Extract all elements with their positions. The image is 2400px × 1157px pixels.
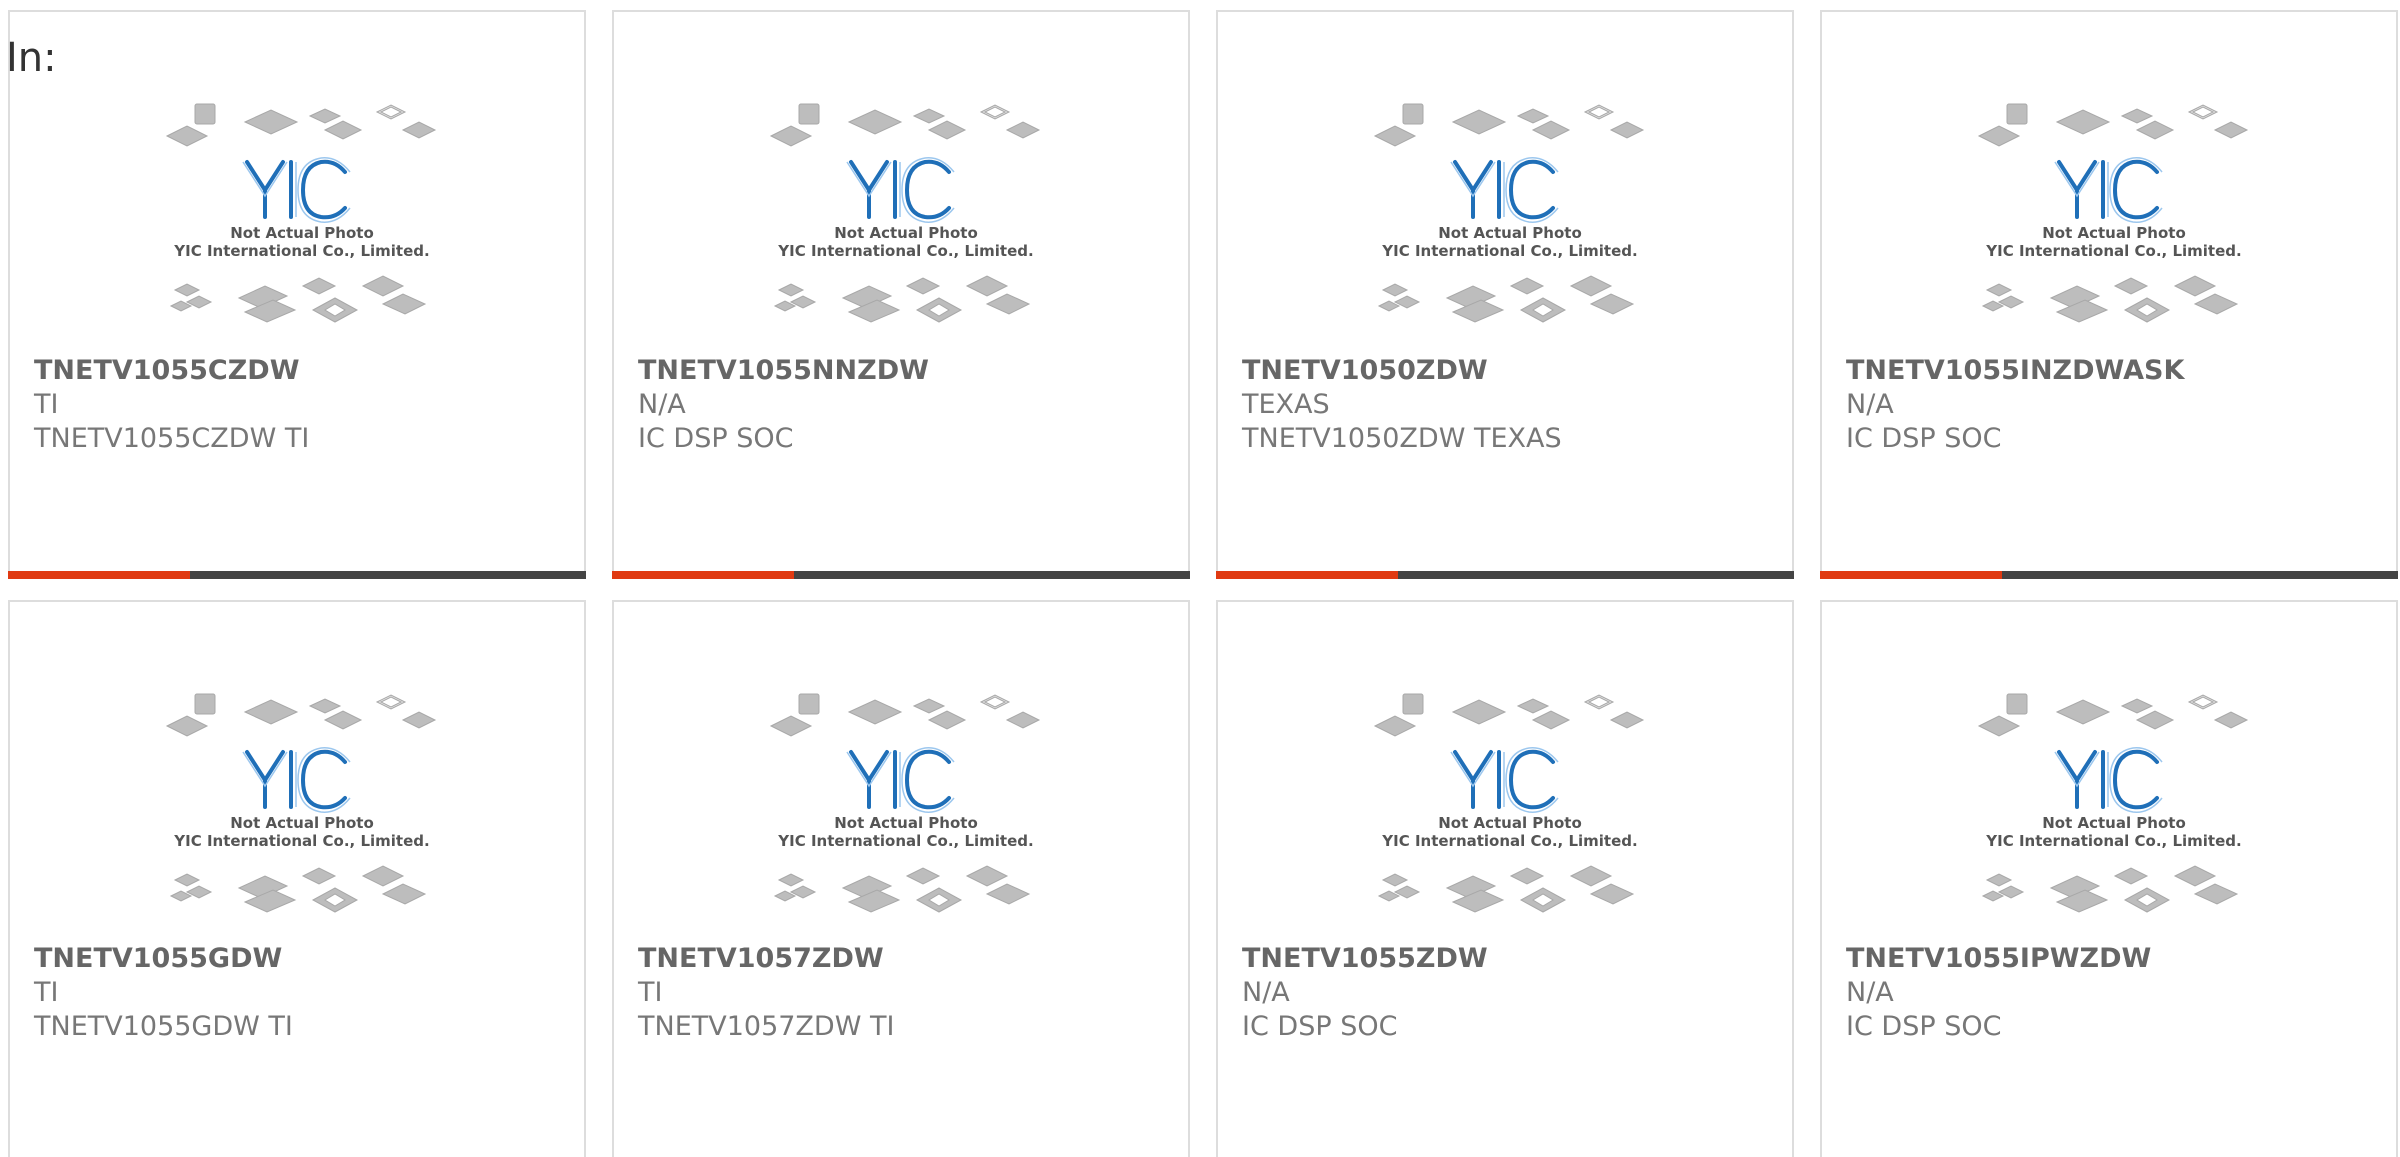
- product-part-number[interactable]: TNETV1055IPWZDW: [1846, 943, 2151, 974]
- product-description: IC DSP SOC: [1846, 1011, 2002, 1042]
- filter-label: In:: [6, 35, 57, 81]
- product-card[interactable]: TNETV1055CZDW TI TNETV1055CZDW TI: [8, 10, 586, 579]
- product-part-number[interactable]: TNETV1057ZDW: [638, 943, 884, 974]
- product-manufacturer: TEXAS: [1242, 389, 1330, 420]
- product-manufacturer: N/A: [1242, 977, 1290, 1008]
- product-card[interactable]: TNETV1057ZDW TI TNETV1057ZDW TI: [612, 600, 1190, 1157]
- product-part-number[interactable]: TNETV1055ZDW: [1242, 943, 1488, 974]
- product-manufacturer: N/A: [1846, 389, 1894, 420]
- product-manufacturer: TI: [34, 389, 59, 420]
- product-description: TNETV1055GDW TI: [34, 1011, 293, 1042]
- placeholder-product-image[interactable]: [769, 102, 1044, 342]
- card-accent-bar: [8, 571, 191, 579]
- product-card[interactable]: TNETV1055GDW TI TNETV1055GDW TI: [8, 600, 586, 1157]
- product-manufacturer: TI: [34, 977, 59, 1008]
- product-card[interactable]: TNETV1055INZDWASK N/A IC DSP SOC: [1820, 10, 2398, 579]
- placeholder-product-image[interactable]: [165, 102, 440, 342]
- product-description: TNETV1057ZDW TI: [638, 1011, 895, 1042]
- placeholder-product-image[interactable]: [1977, 692, 2252, 932]
- product-manufacturer: N/A: [638, 389, 686, 420]
- product-part-number[interactable]: TNETV1055GDW: [34, 943, 282, 974]
- card-accent-bar: [1820, 571, 2003, 579]
- product-description: IC DSP SOC: [1242, 1011, 1398, 1042]
- product-part-number[interactable]: TNETV1055NNZDW: [638, 355, 929, 386]
- product-part-number[interactable]: TNETV1050ZDW: [1242, 355, 1488, 386]
- product-description: TNETV1050ZDW TEXAS: [1242, 423, 1562, 454]
- product-card[interactable]: TNETV1050ZDW TEXAS TNETV1050ZDW TEXAS: [1216, 10, 1794, 579]
- product-card[interactable]: TNETV1055NNZDW N/A IC DSP SOC: [612, 10, 1190, 579]
- card-accent-bar: [612, 571, 795, 579]
- card-bottom-bar: [8, 571, 586, 579]
- product-card[interactable]: TNETV1055IPWZDW N/A IC DSP SOC: [1820, 600, 2398, 1157]
- product-grid-page: In: TNETV1055CZDW TI TNETV1055CZDW TI TN…: [0, 0, 2400, 1157]
- placeholder-product-image[interactable]: [1977, 102, 2252, 342]
- card-accent-bar: [1216, 571, 1399, 579]
- card-bottom-bar: [612, 571, 1190, 579]
- product-part-number[interactable]: TNETV1055CZDW: [34, 355, 300, 386]
- product-description: IC DSP SOC: [638, 423, 794, 454]
- placeholder-product-image[interactable]: [165, 692, 440, 932]
- product-description: IC DSP SOC: [1846, 423, 2002, 454]
- card-bottom-bar: [1820, 571, 2398, 579]
- product-part-number[interactable]: TNETV1055INZDWASK: [1846, 355, 2184, 386]
- product-manufacturer: TI: [638, 977, 663, 1008]
- placeholder-product-image[interactable]: [1373, 692, 1648, 932]
- product-description: TNETV1055CZDW TI: [34, 423, 310, 454]
- product-card[interactable]: TNETV1055ZDW N/A IC DSP SOC: [1216, 600, 1794, 1157]
- product-manufacturer: N/A: [1846, 977, 1894, 1008]
- placeholder-product-image[interactable]: [1373, 102, 1648, 342]
- card-bottom-bar: [1216, 571, 1794, 579]
- placeholder-product-image[interactable]: [769, 692, 1044, 932]
